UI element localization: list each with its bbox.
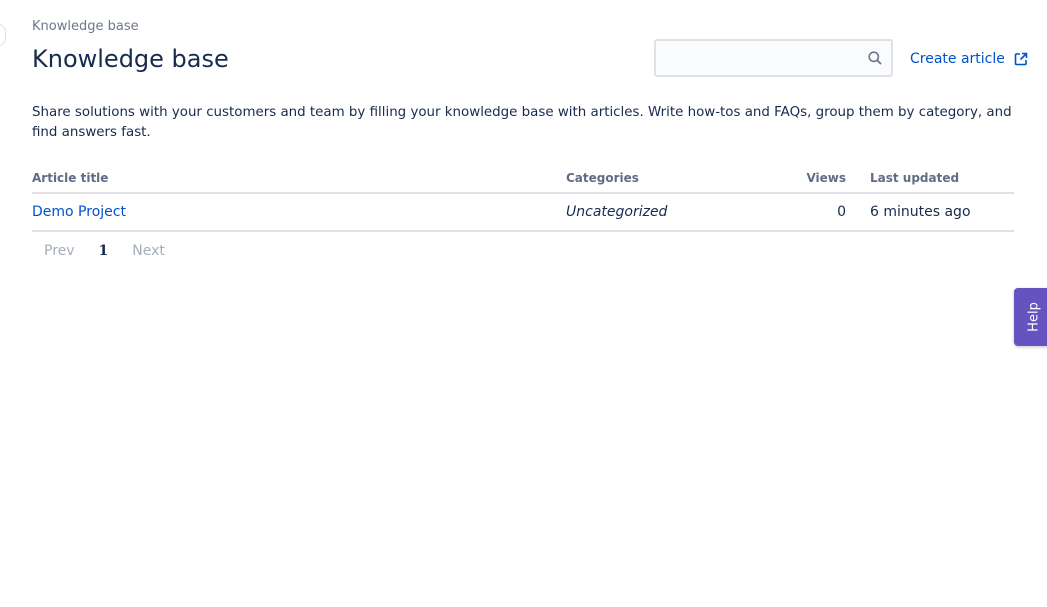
- page-title: Knowledge base: [32, 45, 229, 73]
- page-description: Share solutions with your customers and …: [32, 105, 1012, 140]
- pagination-current-page[interactable]: 1: [87, 240, 121, 262]
- help-tab-label: Help: [1026, 302, 1042, 332]
- articles-table: Article title Categories Views Last upda…: [32, 164, 1014, 232]
- sidebar-collapse-handle[interactable]: [0, 24, 6, 46]
- pagination: Prev 1 Next: [32, 240, 177, 262]
- breadcrumb[interactable]: Knowledge base: [32, 18, 139, 36]
- search-icon[interactable]: [867, 50, 883, 66]
- create-article-link[interactable]: Create article: [910, 49, 1028, 69]
- header-views[interactable]: Views: [784, 164, 846, 194]
- pagination-next-button[interactable]: Next: [120, 240, 177, 262]
- table-header-row: Article title Categories Views Last upda…: [32, 164, 1014, 194]
- header-last-updated[interactable]: Last updated: [846, 164, 1014, 194]
- article-title-link[interactable]: Demo Project: [32, 204, 126, 220]
- create-article-label: Create article: [910, 51, 1005, 67]
- external-link-icon: [1014, 52, 1028, 66]
- header-categories[interactable]: Categories: [566, 164, 784, 194]
- knowledge-base-page: Knowledge base Knowledge base Create art…: [0, 0, 1047, 607]
- search-box[interactable]: [654, 39, 893, 77]
- article-last-updated: 6 minutes ago: [846, 193, 1014, 232]
- article-views: 0: [784, 193, 846, 232]
- help-tab-button[interactable]: Help: [1014, 288, 1047, 346]
- article-category: Uncategorized: [566, 204, 668, 220]
- header-article-title[interactable]: Article title: [32, 164, 566, 194]
- pagination-prev-button[interactable]: Prev: [32, 240, 87, 262]
- search-input[interactable]: [664, 41, 864, 77]
- table-row: Demo Project Uncategorized 0 6 minutes a…: [32, 193, 1014, 232]
